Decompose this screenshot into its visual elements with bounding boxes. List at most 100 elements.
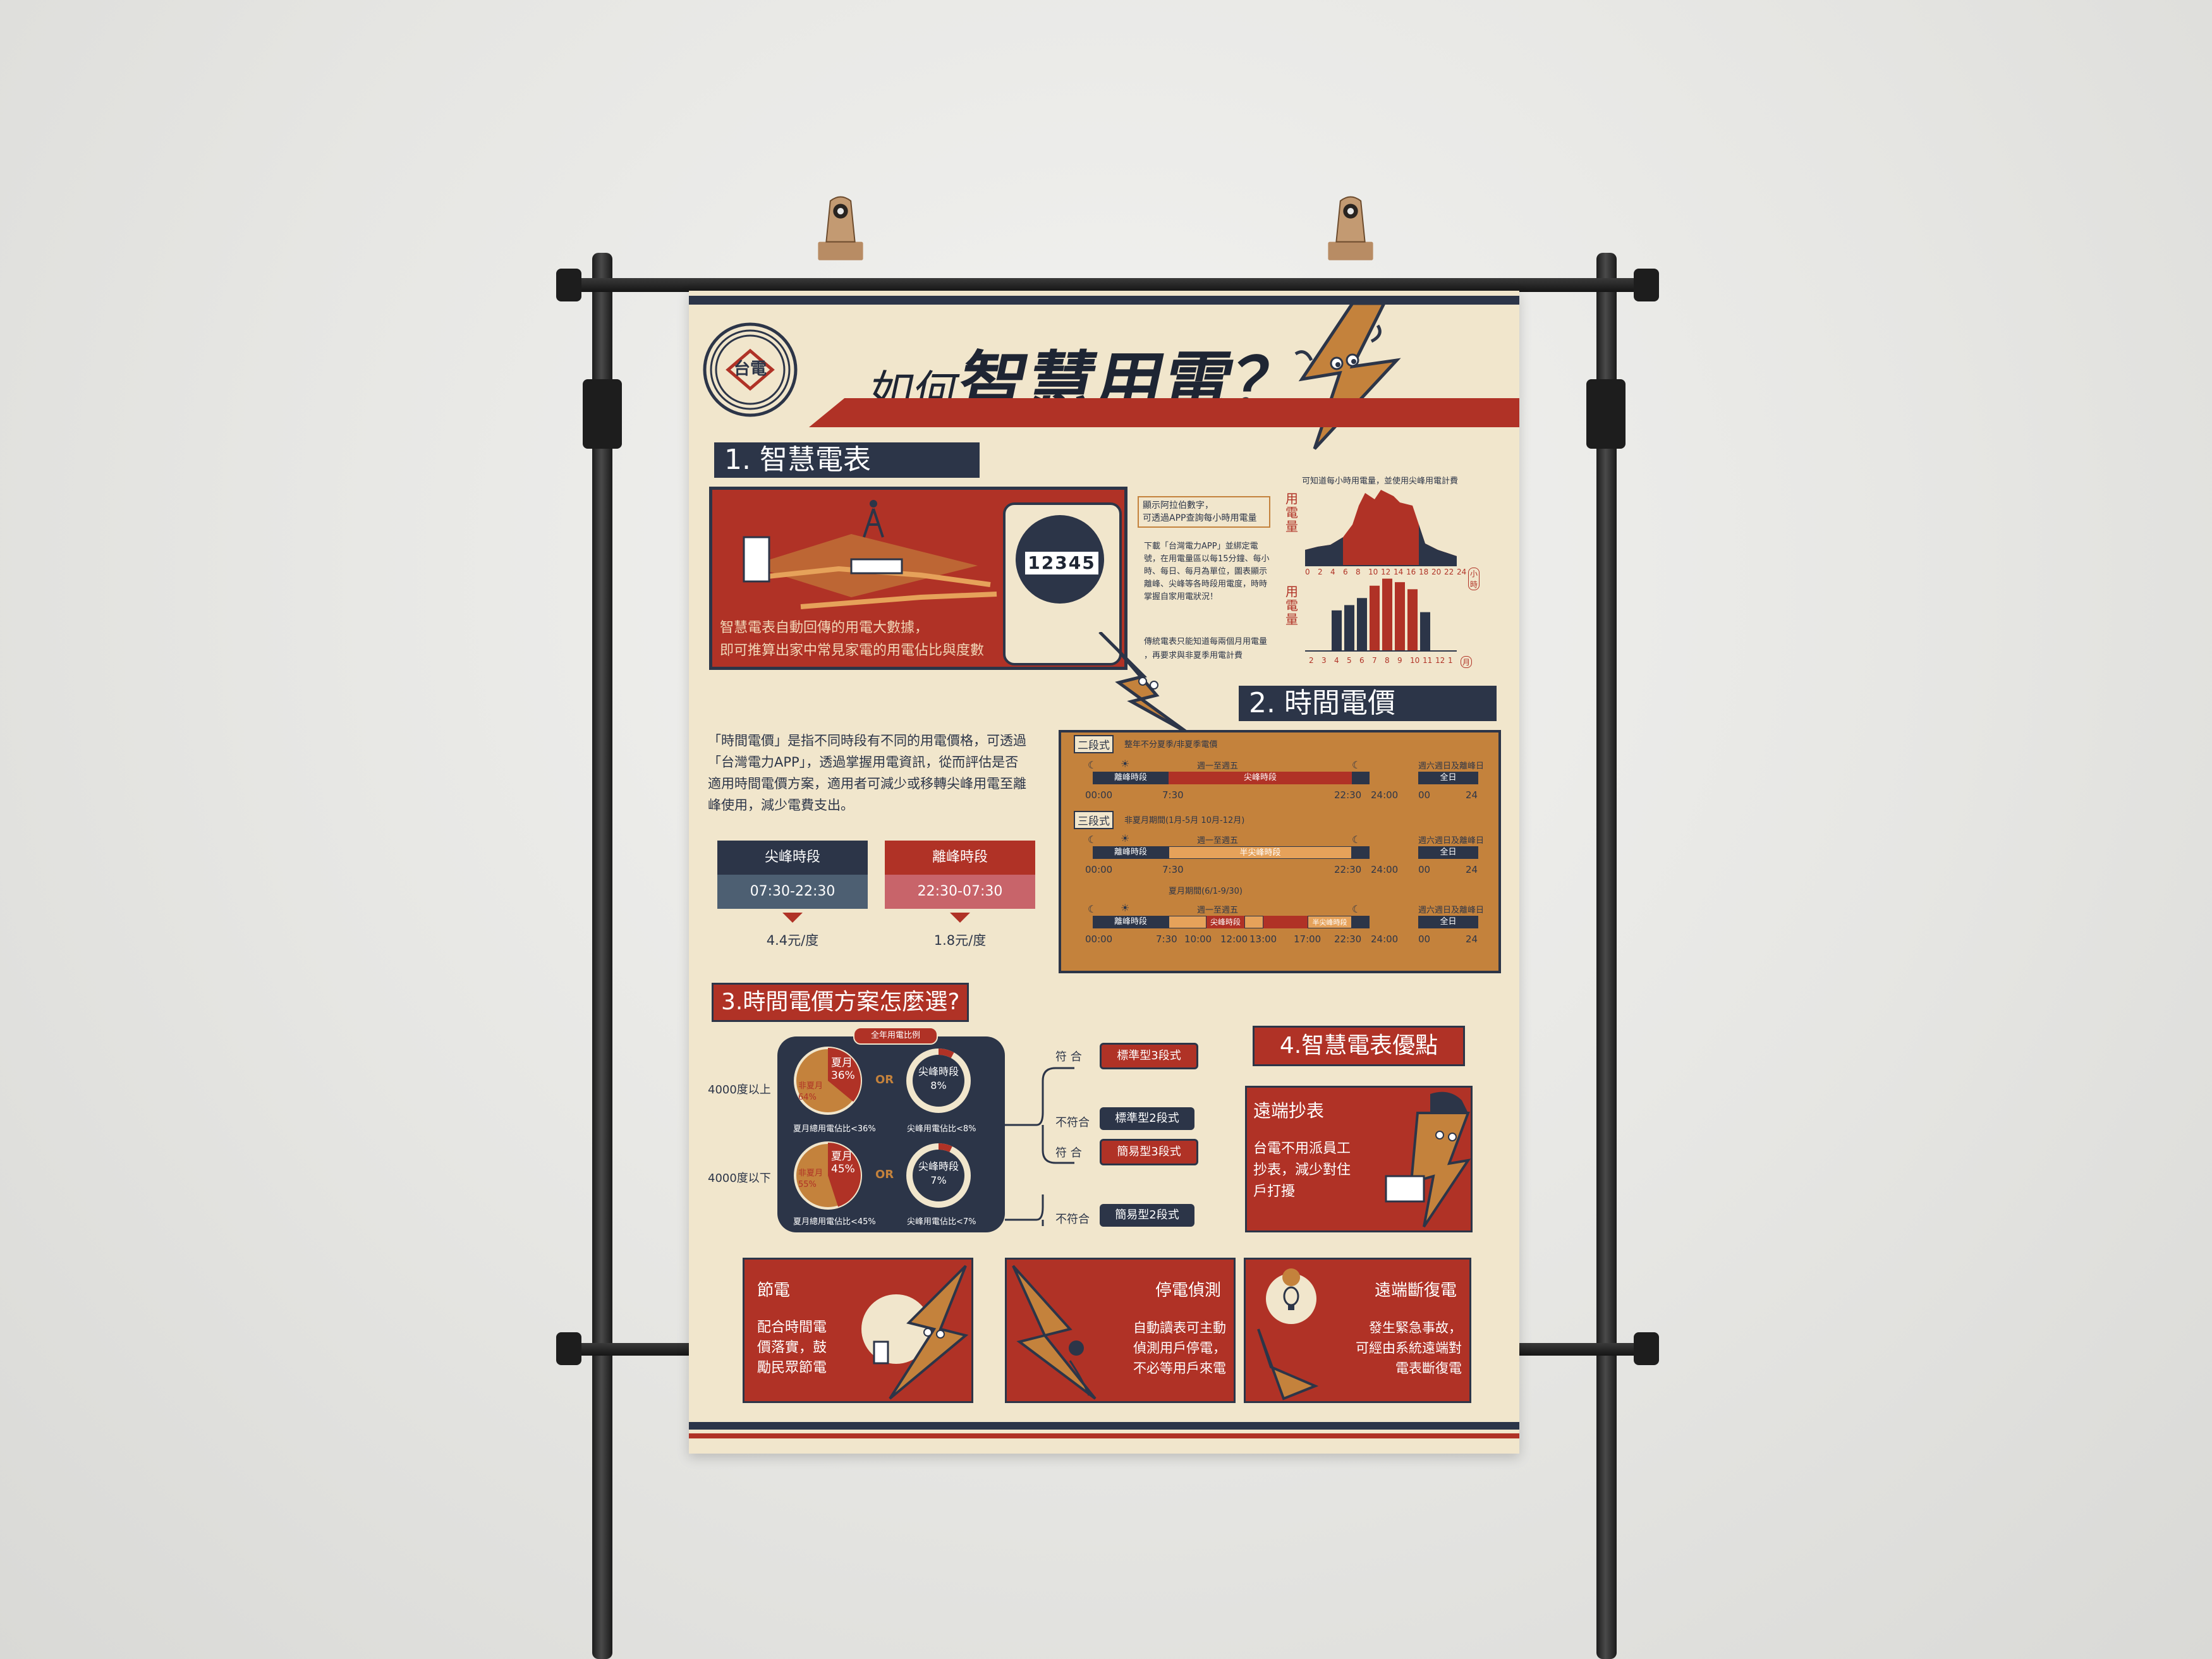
summer-half-seg-3: 半尖峰時段 [1308,916,1352,928]
hourly-area-offpeak [1305,537,1343,566]
summer-tick-7: 24:00 [1371,933,1399,945]
summer-we-00: 00 [1418,933,1431,945]
three-we-24: 24 [1466,864,1478,875]
offpeak-label: 離峰時段 [885,841,1035,875]
bulb-mascot-icon [1257,1268,1319,1401]
two-weekday: 週一至週五 [1197,762,1239,771]
three-weekday: 週一至週五 [1197,836,1239,846]
moon-icon-5: ☾ [1088,903,1097,915]
summer-half-seg-1 [1169,916,1206,928]
two-tick-2400: 24:00 [1371,789,1399,801]
or-2: OR [875,1168,894,1181]
logo-text: 台電 [734,359,767,379]
plan-standard-3[interactable]: 標準型3段式 [1100,1043,1198,1069]
stand-top-bar [569,278,1643,292]
three-stage-note: 非夏月期間(1月-5月 10月-12月) [1124,816,1245,825]
card-remote-reading: 遠端抄表 台電不用派員工 抄表，減少對住 戶打擾 [1245,1086,1473,1232]
pie2-summer: 夏月 45% [831,1150,855,1176]
match-1: 符 合 [1055,1050,1082,1064]
two-allday: 全日 [1418,772,1478,784]
pie2-summer-pct: 45% [831,1163,855,1176]
ring1-label: 尖峰時段 [918,1066,959,1078]
or-1: OR [875,1073,894,1086]
ring2-caption: 尖峰用電佔比<7% [907,1217,976,1227]
summer-offpeak-seg: 離峰時段 [1093,916,1169,928]
pie2-nonsummer: 非夏月 55% [798,1168,823,1191]
meter-caption-1: 智慧電表自動回傳的用電大數據， [720,620,929,636]
monthly-tick-1: 1 [1448,656,1453,665]
card3-line1: 自動讀表可主動 [1133,1320,1226,1335]
moon-icon-1: ☾ [1088,759,1097,771]
row1-label: 4000度以上 [708,1083,771,1097]
monthly-bar-11 [1420,612,1430,651]
bottom-stripe-1 [689,1422,1519,1430]
summer-we-24: 24 [1466,933,1478,945]
summer-note: 夏月期間(6/1-9/30) [1169,887,1243,896]
stand-top-right-cap [1634,269,1659,301]
card2-title: 節電 [757,1281,791,1300]
card4-line1: 發生緊急事故， [1369,1320,1462,1335]
summer-tick-3: 12:00 [1220,933,1248,945]
section4-heading: 4.智慧電表優點 [1253,1026,1465,1066]
plan-simple-2[interactable]: 簡易型2段式 [1100,1204,1194,1227]
pie2-caption: 夏月總用電佔比<45% [793,1217,876,1227]
pie1-caption: 夏月總用電佔比<36% [793,1124,876,1134]
monthly-tick-8: 8 [1385,656,1390,665]
plan-standard-2[interactable]: 標準型2段式 [1100,1107,1194,1130]
three-tick-2400: 24:00 [1371,864,1399,875]
three-we-00: 00 [1418,864,1431,875]
pie2-summer-label: 夏月 [831,1150,853,1163]
intro-line2: 「台灣電力APP」，透過掌握用電資訊，從而評估是否 [708,755,1019,770]
meter-caption-2: 即可推算出家中常見家電的用電佔比與度數 [720,643,985,659]
taipower-logo: 台電 [703,322,798,417]
poster-clip-right-icon [1328,196,1373,260]
lightning-mascot-icon [1294,303,1401,450]
monthly-tick-7: 7 [1372,656,1377,665]
card1-line2: 抄表，減少對住 [1253,1162,1351,1178]
summer-tick-1: 7:30 [1156,933,1177,945]
two-tick-0: 00:00 [1085,789,1113,801]
offpeak-time: 22:30-07:30 [885,875,1035,909]
card2-text: 配合時間電 價落實，鼓 勵民眾節電 [757,1318,827,1378]
match-2: 符 合 [1055,1146,1082,1160]
sun-icon-2: ☀ [1121,832,1130,844]
ring2-label: 尖峰時段 [918,1160,959,1172]
two-peak-seg: 尖峰時段 [1169,772,1352,784]
summer-tick-2: 10:00 [1184,933,1212,945]
two-we-00: 00 [1418,789,1431,801]
intro-line4: 峰使用，減少電費支出。 [708,798,854,813]
selection-tab: 全年用電比例 [853,1027,938,1045]
stand-top-left-cap [556,269,581,301]
h-unit: 小時 [1468,568,1480,590]
chart-top-note: 可知道每小時用電量，並使用尖峰用電計費 [1302,477,1459,486]
ring1-text: 尖峰時段 8% [901,1065,976,1093]
card-outage-detection: 停電偵測 自動讀表可主動 偵測用戶停電， 不必等用戶來電 [1005,1258,1236,1403]
poster: 台電 如何智慧用電？ 1. 智慧電表 12345 智慧電表自動回傳的用電大數據，… [689,291,1519,1454]
meter-reader-mascot-icon [1385,1091,1471,1228]
pie2-nonsummer-label: 非夏月 [798,1169,823,1178]
two-tick-730: 7:30 [1162,789,1184,801]
monthly-tick-3: 3 [1322,656,1327,665]
smart-meter-panel: 12345 智慧電表自動回傳的用電大數據， 即可推算出家中常見家電的用電佔比與度… [709,487,1127,670]
pie1-nonsummer: 非夏月 64% [798,1081,823,1103]
card2-line1: 配合時間電 [757,1320,827,1335]
note1-line2: 可透過APP查詢每小時用電量 [1143,513,1257,523]
summer-allday: 全日 [1418,916,1478,928]
pie1-nonsummer-label: 非夏月 [798,1081,823,1091]
peak-label: 尖峰時段 [717,841,868,875]
three-tick-730: 7:30 [1162,864,1184,875]
offpeak-arrow [950,913,970,923]
hourly-area-offpeak-2 [1419,525,1457,566]
bottom-stripe-2 [689,1433,1519,1438]
two-stage-tag: 二段式 [1074,735,1114,753]
schedule-panel: 二段式 整年不分夏季/非夏季電價 ☾ ☀ 週一至週五 ☾ 週六週日及離峰日 離峰… [1059,730,1501,973]
card4-line2: 可經由系統遠端對 [1356,1340,1462,1356]
three-offpeak-seg: 離峰時段 [1093,846,1169,859]
pie1-summer-label: 夏月 [831,1057,853,1069]
three-offpeak-seg-2 [1352,846,1370,859]
pie2-nonsummer-pct: 55% [798,1180,817,1189]
monthly-tick-11: 11 [1423,656,1433,665]
two-offpeak-seg: 離峰時段 [1093,772,1169,784]
stand-left-pole [592,253,612,1659]
plan-simple-3[interactable]: 簡易型3段式 [1100,1139,1198,1165]
